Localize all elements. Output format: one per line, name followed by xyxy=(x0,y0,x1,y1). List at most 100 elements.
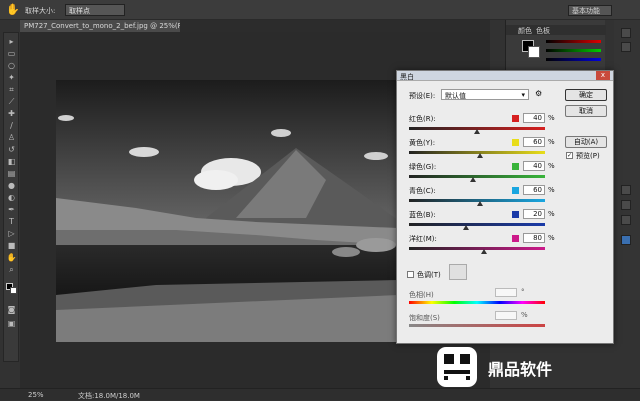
paths-panel-icon[interactable] xyxy=(621,215,631,225)
auto-button[interactable]: 自动(A) xyxy=(565,136,607,148)
brush-tool-icon[interactable]: ∕ xyxy=(6,121,17,131)
blue-slider[interactable] xyxy=(546,58,601,61)
channel-slider-track[interactable] xyxy=(409,223,545,226)
channel-slider-thumb[interactable] xyxy=(480,249,487,254)
channel-color-swatch xyxy=(512,235,519,242)
watermark-text: 鼎品软件 xyxy=(488,360,553,379)
panel-background-swatch[interactable] xyxy=(528,46,540,58)
type-tool-icon[interactable]: T xyxy=(6,217,17,227)
channel-unit: % xyxy=(548,234,555,242)
channel-label: 青色(C): xyxy=(409,187,436,195)
preview-checkbox[interactable]: ✓ xyxy=(566,152,573,159)
channel-color-swatch xyxy=(512,163,519,170)
tab-color[interactable]: 颜色 xyxy=(518,26,532,36)
blur-tool-icon[interactable]: ● xyxy=(6,181,17,191)
sample-size-label: 取样大小: xyxy=(25,7,56,15)
channel-value-input[interactable]: 40 xyxy=(523,113,545,123)
channel-slider-thumb[interactable] xyxy=(476,201,483,206)
healing-brush-tool-icon[interactable]: ✚ xyxy=(6,109,17,119)
preset-value: 默认值 xyxy=(445,92,466,100)
actions-panel-icon[interactable] xyxy=(621,42,631,52)
dialog-title-bar[interactable]: 黑白 xyxy=(397,71,613,81)
cancel-button[interactable]: 取消 xyxy=(565,105,607,117)
tint-color-swatch[interactable] xyxy=(449,264,467,280)
hand-tool-icon[interactable]: ✋ xyxy=(6,253,17,263)
green-slider[interactable] xyxy=(546,49,601,52)
tint-label: 色调(T) xyxy=(417,271,441,279)
saturation-bar[interactable] xyxy=(409,324,545,327)
panel-icon-strip xyxy=(614,20,640,300)
watermark-logo xyxy=(437,347,477,387)
saturation-field[interactable] xyxy=(495,311,517,320)
dodge-tool-icon[interactable]: ◐ xyxy=(6,193,17,203)
channel-unit: % xyxy=(548,186,555,194)
magic-wand-tool-icon[interactable]: ✦ xyxy=(6,73,17,83)
crop-tool-icon[interactable]: ⌗ xyxy=(6,85,17,95)
dialog-title: 黑白 xyxy=(400,73,414,81)
dialog-close-button[interactable]: x xyxy=(596,71,610,80)
channel-slider-track[interactable] xyxy=(409,247,545,250)
background-color-swatch[interactable] xyxy=(10,287,17,294)
channel-slider-track[interactable] xyxy=(409,175,545,178)
preset-select[interactable]: 默认值 ▾ xyxy=(441,89,529,100)
preview-label: 预览(P) xyxy=(576,152,600,160)
gradient-tool-icon[interactable]: ▤ xyxy=(6,169,17,179)
move-tool-icon[interactable]: ▸ xyxy=(6,37,17,47)
tab-swatches[interactable]: 色板 xyxy=(536,26,550,36)
red-slider[interactable] xyxy=(546,40,601,43)
path-selection-tool-icon[interactable]: ▷ xyxy=(6,229,17,239)
zoom-level[interactable]: 25% xyxy=(28,391,44,399)
hue-field[interactable] xyxy=(495,288,517,297)
channel-value-input[interactable]: 60 xyxy=(523,137,545,147)
saturation-label: 饱和度(S) xyxy=(409,314,440,322)
tint-checkbox[interactable] xyxy=(407,271,414,278)
adjustments-panel-icon[interactable] xyxy=(621,235,631,245)
document-tab-bar: PM727_Convert_to_mono_2_bef.jpg @ 25%(RG… xyxy=(20,20,490,32)
channel-unit: % xyxy=(548,162,555,170)
layers-panel-icon[interactable] xyxy=(621,185,631,195)
eyedropper-tool-icon[interactable]: ⟋ xyxy=(6,97,17,107)
channel-color-swatch xyxy=(512,139,519,146)
hue-bar[interactable] xyxy=(409,301,545,304)
landscape-photo xyxy=(56,80,398,342)
channel-label: 黄色(Y): xyxy=(409,139,436,147)
channel-value-input[interactable]: 20 xyxy=(523,209,545,219)
channel-slider-thumb[interactable] xyxy=(469,177,476,182)
marquee-tool-icon[interactable]: ▭ xyxy=(6,49,17,59)
channel-label: 蓝色(B): xyxy=(409,211,436,219)
watermark: 鼎品软件 xyxy=(430,342,630,394)
history-panel-icon[interactable] xyxy=(621,28,631,38)
preset-options-icon[interactable]: ⚙ xyxy=(535,89,542,98)
document-tab[interactable]: PM727_Convert_to_mono_2_bef.jpg @ 25%(RG… xyxy=(20,20,180,32)
channel-color-swatch xyxy=(512,115,519,122)
channel-color-swatch xyxy=(512,187,519,194)
channel-value-input[interactable]: 40 xyxy=(523,161,545,171)
lasso-tool-icon[interactable]: ○ xyxy=(6,61,17,71)
zoom-tool-icon[interactable]: ⌕ xyxy=(6,265,17,275)
ok-button[interactable]: 确定 xyxy=(565,89,607,101)
channels-panel-icon[interactable] xyxy=(621,200,631,210)
channel-value-input[interactable]: 80 xyxy=(523,233,545,243)
sample-size-select[interactable]: 取样点 xyxy=(65,4,125,16)
hue-label: 色相(H) xyxy=(409,291,434,299)
tools-panel: ▸ ▭ ○ ✦ ⌗ ⟋ ✚ ∕ ♙ ↺ ◧ ▤ ● ◐ ✒ T ▷ ■ ✋ ⌕ … xyxy=(3,32,19,362)
eraser-tool-icon[interactable]: ◧ xyxy=(6,157,17,167)
workspace-select[interactable]: 基本功能 xyxy=(568,5,612,16)
clone-stamp-tool-icon[interactable]: ♙ xyxy=(6,133,17,143)
channel-slider-thumb[interactable] xyxy=(474,129,480,134)
document-image[interactable] xyxy=(56,80,398,342)
panel-tabs: 颜色 色板 xyxy=(506,25,606,35)
hand-tool-icon[interactable]: ✋ xyxy=(6,4,20,16)
channel-slider-thumb[interactable] xyxy=(476,153,483,158)
quick-mask-icon[interactable]: ◙ xyxy=(6,305,17,315)
shape-tool-icon[interactable]: ■ xyxy=(6,241,17,251)
channel-unit: % xyxy=(548,138,555,146)
channel-slider-thumb[interactable] xyxy=(463,225,470,230)
chevron-down-icon: ▾ xyxy=(521,91,525,99)
channel-value-input[interactable]: 60 xyxy=(523,185,545,195)
pen-tool-icon[interactable]: ✒ xyxy=(6,205,17,215)
document-tab-title: PM727_Convert_to_mono_2_bef.jpg @ 25%(RG… xyxy=(24,22,180,30)
history-brush-tool-icon[interactable]: ↺ xyxy=(6,145,17,155)
channel-color-swatch xyxy=(512,211,519,218)
screen-mode-icon[interactable]: ▣ xyxy=(6,319,17,329)
